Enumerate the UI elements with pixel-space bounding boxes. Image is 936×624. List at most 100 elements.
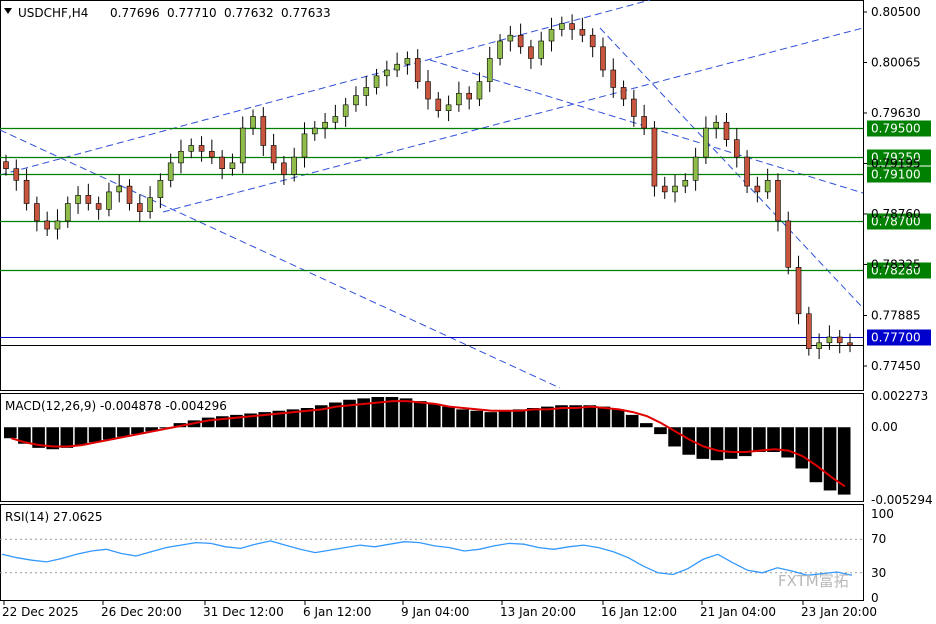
rsi-axis-label: 100 — [871, 507, 894, 521]
candle-body — [559, 23, 565, 30]
candle-body — [188, 145, 195, 152]
candle-body — [682, 179, 689, 187]
candle-body — [126, 185, 133, 204]
candle-body — [260, 116, 267, 146]
candle-body — [95, 203, 102, 210]
rsi-label: RSI(14) 27.0625 — [5, 510, 103, 524]
price-tick-label: 0.78760 — [871, 207, 921, 221]
candle-body — [764, 179, 771, 193]
candle-body — [209, 150, 215, 158]
candle-body — [579, 29, 586, 36]
candle-body — [733, 139, 740, 158]
candle-body — [44, 220, 50, 230]
rsi-axis-label: 0 — [871, 591, 879, 605]
macd-histogram-bar — [583, 405, 597, 428]
current-price-label: 0.77700 — [871, 331, 921, 345]
level-price-label: 0.79500 — [871, 122, 921, 136]
candle-body — [775, 179, 781, 222]
time-tick-label: 26 Dec 20:00 — [101, 605, 182, 619]
symbol-title: USDCHF,H4 — [18, 6, 88, 20]
candle-body — [34, 203, 40, 222]
candle-body — [620, 87, 627, 100]
time-tick-label: 6 Jan 12:00 — [303, 605, 371, 619]
ohlc-close: 0.77633 — [281, 6, 331, 20]
candle-body — [435, 98, 442, 111]
candle-body — [332, 116, 339, 123]
candle-body — [3, 161, 9, 169]
candle-body — [384, 69, 390, 77]
candle-body — [816, 342, 822, 349]
macd-histogram-bar — [102, 427, 116, 440]
macd-axis-label: -0.005294 — [871, 493, 933, 507]
price-tick-label: 0.80065 — [871, 55, 921, 69]
candle-body — [363, 87, 370, 96]
macd-histogram-bar — [399, 398, 413, 428]
candle-body — [610, 69, 617, 88]
candle-body — [54, 220, 61, 230]
candle-body — [497, 40, 503, 59]
candle-body — [281, 162, 287, 175]
candle-body — [754, 185, 761, 193]
price-tick-label: 0.79195 — [871, 156, 921, 170]
price-axis: 0.80500 0.80065 0.79630 0.79195 0.78760 0.783… — [863, 5, 921, 373]
time-tick-label: 23 Jan 20:00 — [801, 605, 877, 619]
candle-body — [836, 336, 843, 344]
macd-histogram-bar — [640, 423, 653, 428]
candle-body — [291, 156, 297, 175]
candle-body — [219, 156, 225, 169]
macd-histogram-bar — [88, 427, 102, 443]
rsi-axis-label: 70 — [871, 532, 886, 546]
candle-body — [342, 104, 349, 117]
macd-histogram-bar — [498, 410, 512, 428]
macd-histogram-bar — [442, 406, 455, 428]
candle-body — [404, 58, 411, 65]
macd-histogram-bar — [74, 427, 88, 446]
macd-histogram-bar — [837, 427, 851, 495]
chart-window: 0.79500 0.79250 0.79100 0.78700 0.78280 0.777… — [0, 0, 936, 624]
candle-body — [507, 34, 514, 42]
candle-body — [847, 342, 853, 346]
candle-body — [456, 92, 462, 106]
ohlc-open: 0.77696 — [110, 6, 160, 20]
candle-body — [569, 23, 575, 30]
candle-body — [85, 195, 92, 204]
macd-histogram-bar — [823, 427, 837, 491]
macd-histogram-bar — [724, 427, 738, 459]
candle-body — [528, 46, 534, 59]
candle-body — [785, 220, 792, 268]
macd-histogram-bar — [809, 427, 823, 483]
candle-body — [13, 168, 20, 181]
candle-body — [517, 34, 524, 48]
macd-axis-label: 0.002273 — [871, 389, 928, 403]
candle-body — [23, 179, 30, 204]
rsi-axis-label: 30 — [871, 566, 886, 580]
macd-histogram-bar — [526, 407, 540, 428]
candle-body — [425, 81, 431, 100]
macd-label: MACD(12,26,9) -0.004878 -0.004296 — [5, 399, 227, 413]
macd-histogram-bar — [767, 427, 780, 452]
time-tick-label: 16 Jan 12:00 — [601, 605, 677, 619]
time-axis: 22 Dec 2025 26 Dec 20:00 31 Dec 12:00 6 Jan… — [2, 601, 877, 619]
macd-axis-label: 0.00 — [871, 420, 898, 434]
macd-histogram-bar — [654, 427, 667, 435]
usdchf-h4-chart: 0.795000.792500.791000.787000.782800.777… — [0, 0, 933, 619]
watermark: FXTM富拓 — [778, 572, 849, 590]
candle-body — [723, 121, 730, 140]
candle-body — [589, 34, 596, 48]
candle-body — [250, 116, 256, 129]
candle-body — [631, 98, 637, 117]
price-tick-label: 0.79630 — [871, 106, 921, 120]
candle-body — [311, 127, 318, 135]
candle-body — [795, 267, 802, 315]
candle-body — [476, 81, 483, 100]
ohlc-low: 0.77632 — [224, 6, 274, 20]
candle-body — [600, 46, 606, 71]
candle-body — [651, 127, 658, 187]
candle-body — [826, 336, 833, 344]
candle-body — [703, 127, 709, 158]
candle-body — [548, 29, 555, 42]
candle-body — [137, 203, 143, 212]
macd-histogram-bar — [710, 427, 724, 461]
price-tick-label: 0.77450 — [871, 359, 921, 373]
macd-histogram-bar — [484, 412, 498, 428]
